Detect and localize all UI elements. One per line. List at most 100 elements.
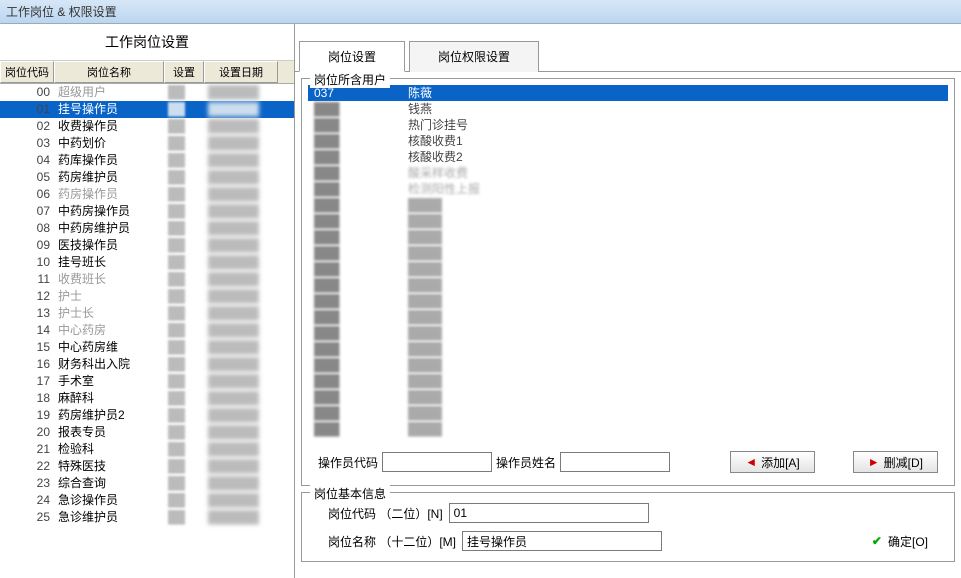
cell-set: ██ [164, 220, 204, 237]
tabs: 岗位设置 岗位权限设置 [295, 40, 961, 72]
ok-button-label[interactable]: 确定[O] [888, 533, 928, 550]
table-row[interactable]: 21检验科████████ [0, 441, 294, 458]
user-row[interactable]: ███热门诊挂号 [308, 117, 948, 133]
user-row[interactable]: ███████ [308, 277, 948, 293]
info-name-input[interactable] [462, 531, 662, 551]
operator-code-input[interactable] [382, 452, 492, 472]
user-code: ███ [308, 277, 408, 293]
cell-date: ██████ [204, 135, 278, 152]
table-row[interactable]: 06药房操作员████████ [0, 186, 294, 203]
user-row[interactable]: ███████ [308, 197, 948, 213]
user-row[interactable]: ███钱燕 [308, 101, 948, 117]
table-row[interactable]: 02收费操作员████████ [0, 118, 294, 135]
operator-row: 操作员代码 操作员姓名 ◄ 添加[A] ► 删减[D] [308, 445, 948, 479]
table-row[interactable]: 08中药房维护员████████ [0, 220, 294, 237]
user-row[interactable]: ███检测阳性上报 [308, 181, 948, 197]
cell-set: ██ [164, 203, 204, 220]
table-row[interactable]: 16财务科出入院████████ [0, 356, 294, 373]
user-code: ███ [308, 341, 408, 357]
user-row[interactable]: ███████ [308, 325, 948, 341]
user-name: ████ [408, 389, 948, 405]
add-button[interactable]: ◄ 添加[A] [730, 451, 815, 473]
table-row[interactable]: 05药房维护员████████ [0, 169, 294, 186]
cell-name: 手术室 [54, 373, 164, 390]
cell-set: ██ [164, 475, 204, 492]
user-name: ████ [408, 309, 948, 325]
user-row[interactable]: ███████ [308, 421, 948, 437]
user-row[interactable]: ███████ [308, 229, 948, 245]
col-code[interactable]: 岗位代码 [0, 61, 54, 83]
user-code: ███ [308, 357, 408, 373]
table-row[interactable]: 01挂号操作员████████ [0, 101, 294, 118]
user-name: ████ [408, 197, 948, 213]
delete-button[interactable]: ► 删减[D] [853, 451, 938, 473]
cell-code: 00 [0, 84, 54, 101]
user-row[interactable]: ███████ [308, 373, 948, 389]
table-row[interactable]: 17手术室████████ [0, 373, 294, 390]
cell-set: ██ [164, 118, 204, 135]
table-row[interactable]: 07中药房操作员████████ [0, 203, 294, 220]
user-code: ███ [308, 101, 408, 117]
user-row[interactable]: 037陈薇 [308, 85, 948, 101]
user-name: 陈薇 [408, 85, 948, 101]
table-row[interactable]: 00超级用户████████ [0, 84, 294, 101]
user-row[interactable]: ███████ [308, 389, 948, 405]
user-row[interactable]: ███████ [308, 293, 948, 309]
cell-name: 收费操作员 [54, 118, 164, 135]
cell-date: ██████ [204, 339, 278, 356]
user-code: ███ [308, 213, 408, 229]
user-row[interactable]: ███████ [308, 405, 948, 421]
table-row[interactable]: 19药房维护员2████████ [0, 407, 294, 424]
user-code: ███ [308, 309, 408, 325]
info-groupbox: 岗位基本信息 岗位代码 （二位）[N] 岗位名称 （十二位）[M] ✔ 确定[O… [301, 492, 955, 562]
table-row[interactable]: 09医技操作员████████ [0, 237, 294, 254]
table-row[interactable]: 22特殊医技████████ [0, 458, 294, 475]
cell-code: 07 [0, 203, 54, 220]
operator-name-label: 操作员姓名 [496, 454, 556, 471]
user-row[interactable]: ███核酸收费2 [308, 149, 948, 165]
tab-position-settings[interactable]: 岗位设置 [299, 41, 405, 72]
table-row[interactable]: 18麻醉科████████ [0, 390, 294, 407]
table-row[interactable]: 11收费班长████████ [0, 271, 294, 288]
table-row[interactable]: 10挂号班长████████ [0, 254, 294, 271]
cell-date: ██████ [204, 203, 278, 220]
cell-date: ██████ [204, 220, 278, 237]
user-code: ███ [308, 373, 408, 389]
col-date[interactable]: 设置日期 [204, 61, 278, 83]
table-row[interactable]: 15中心药房维████████ [0, 339, 294, 356]
user-row[interactable]: ███████ [308, 341, 948, 357]
user-code: ███ [308, 325, 408, 341]
user-row[interactable]: ███酸采样收费 [308, 165, 948, 181]
user-name: ████ [408, 293, 948, 309]
user-row[interactable]: ███████ [308, 245, 948, 261]
table-row[interactable]: 04药库操作员████████ [0, 152, 294, 169]
user-list[interactable]: 037陈薇███钱燕███热门诊挂号███核酸收费1███核酸收费2███酸采样… [308, 85, 948, 445]
table-row[interactable]: 25急诊维护员████████ [0, 509, 294, 526]
position-list[interactable]: 00超级用户████████01挂号操作员████████02收费操作员████… [0, 84, 294, 578]
user-row[interactable]: ███████ [308, 357, 948, 373]
info-legend: 岗位基本信息 [310, 485, 390, 502]
operator-name-input[interactable] [560, 452, 670, 472]
cell-date: ██████ [204, 101, 278, 118]
cell-date: ██████ [204, 373, 278, 390]
user-row[interactable]: ███████ [308, 309, 948, 325]
user-row[interactable]: ███核酸收费1 [308, 133, 948, 149]
col-set[interactable]: 设置 [164, 61, 204, 83]
user-row[interactable]: ███████ [308, 213, 948, 229]
cell-date: ██████ [204, 254, 278, 271]
cell-name: 报表专员 [54, 424, 164, 441]
table-row[interactable]: 23综合查询████████ [0, 475, 294, 492]
info-code-input[interactable] [449, 503, 649, 523]
table-row[interactable]: 14中心药房████████ [0, 322, 294, 339]
table-row[interactable]: 24急诊操作员████████ [0, 492, 294, 509]
user-row[interactable]: ███████ [308, 261, 948, 277]
cell-name: 中药房维护员 [54, 220, 164, 237]
left-column-headers: 岗位代码 岗位名称 设置 设置日期 [0, 61, 294, 84]
table-row[interactable]: 03中药划价████████ [0, 135, 294, 152]
col-name[interactable]: 岗位名称 [54, 61, 164, 83]
cell-set: ██ [164, 441, 204, 458]
table-row[interactable]: 20报表专员████████ [0, 424, 294, 441]
table-row[interactable]: 13护士长████████ [0, 305, 294, 322]
table-row[interactable]: 12护士████████ [0, 288, 294, 305]
tab-permissions[interactable]: 岗位权限设置 [409, 41, 539, 72]
